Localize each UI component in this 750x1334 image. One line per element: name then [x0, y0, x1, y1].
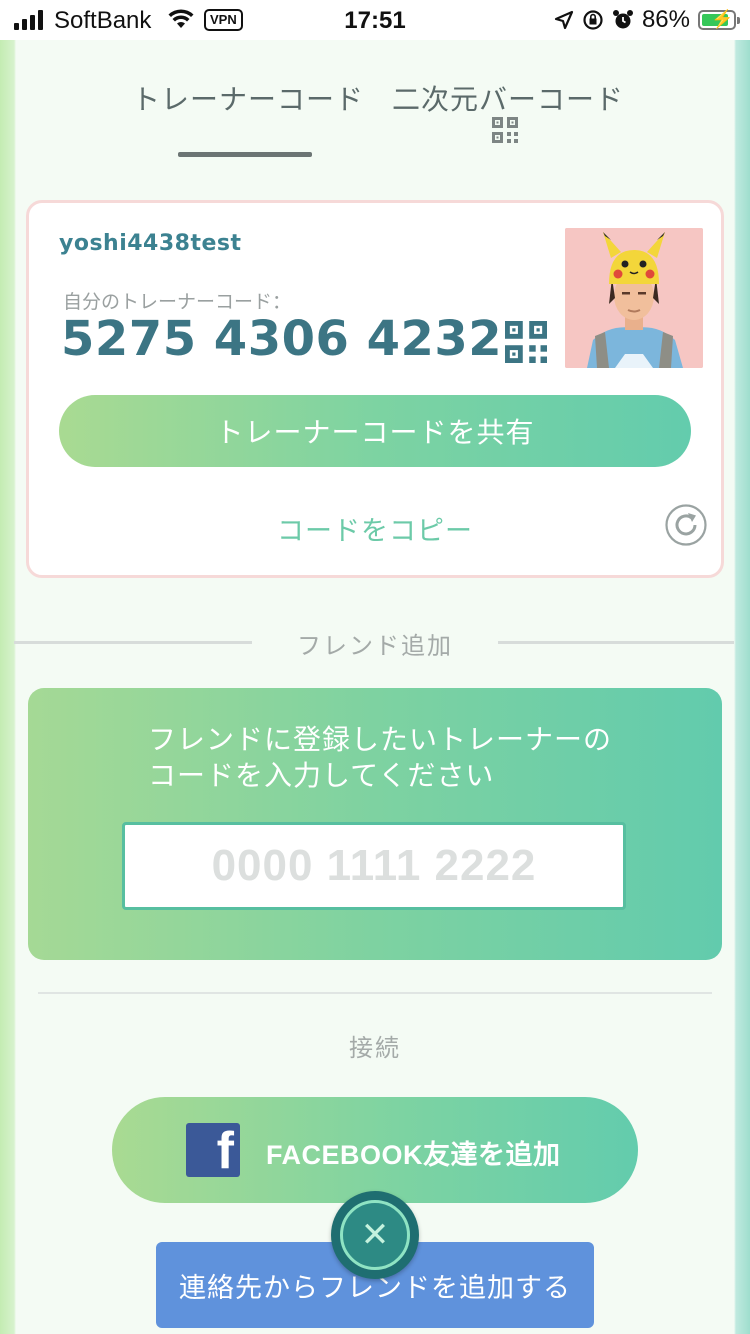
qr-code-icon [492, 117, 518, 143]
close-icon: ✕ [360, 1215, 390, 1255]
share-trainer-code-button[interactable]: トレーナーコードを共有 [59, 395, 691, 467]
connect-title: 接続 [349, 1034, 401, 1062]
location-arrow-icon [554, 10, 574, 30]
facebook-icon: f [186, 1122, 240, 1180]
section-divider [498, 641, 734, 644]
trainer-card: yoshi4438test 自分のトレーナーコード： 5275 4306 423… [26, 200, 724, 578]
trainer-username: yoshi4438test [59, 231, 242, 256]
orientation-lock-icon [583, 10, 603, 30]
tab-trainer-code[interactable]: トレーナーコード [132, 78, 364, 118]
battery-icon: ⚡ [698, 9, 740, 30]
alarm-icon [612, 10, 633, 29]
section-divider [38, 992, 712, 994]
close-button[interactable]: ✕ [331, 1191, 419, 1279]
battery-percent: 86% [641, 6, 690, 33]
active-tab-indicator [178, 152, 312, 157]
friend-code-input[interactable] [122, 822, 626, 910]
trainer-code-value: 5275 4306 4232 [61, 311, 503, 367]
facebook-button-label: FACEBOOK友達を追加 [266, 1140, 561, 1170]
friend-code-panel: フレンドに登録したいトレーナーのコードを入力してください [28, 688, 722, 960]
status-bar: SoftBank VPN 17:51 86% ⚡ [0, 0, 750, 40]
friend-code-instruction: フレンドに登録したいトレーナーのコードを入力してください [148, 723, 613, 792]
tab-qr-code[interactable]: 二次元バーコード [392, 78, 624, 118]
trainer-avatar [565, 228, 703, 368]
copy-code-link[interactable]: コードをコピー [29, 509, 721, 548]
refresh-icon[interactable] [664, 503, 708, 547]
trainer-code-label: 自分のトレーナーコード： [63, 291, 292, 313]
qr-code-icon[interactable] [505, 321, 547, 363]
add-facebook-friends-button[interactable]: f FACEBOOK友達を追加 [112, 1097, 638, 1203]
